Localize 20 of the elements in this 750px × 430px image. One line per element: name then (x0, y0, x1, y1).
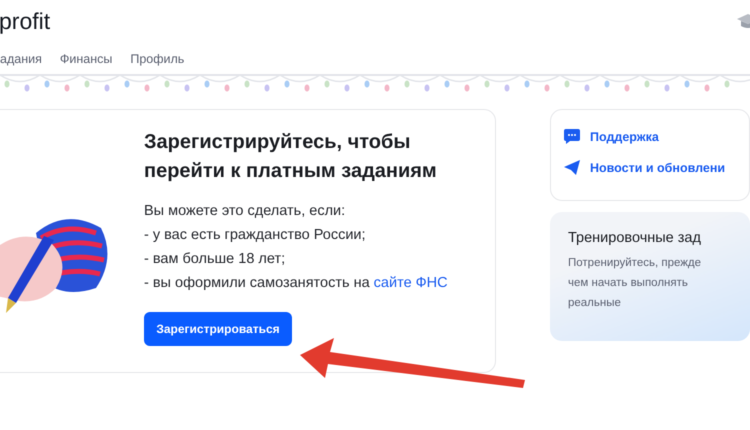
register-button[interactable]: Зарегистрироваться (144, 312, 292, 346)
side-link[interactable]: Новости и обновлени (590, 160, 726, 174)
training-card[interactable]: Тренировочные зад Потренируйтесь, прежде чем начать выполнять реальные (550, 212, 750, 341)
chat-icon (563, 128, 581, 145)
nav-link[interactable]: Финансы (60, 52, 112, 66)
nav-link[interactable]: адания (0, 52, 42, 66)
fns-link[interactable]: сайте ФНС (374, 275, 448, 291)
side-link[interactable]: Поддержка (590, 130, 659, 144)
paper-plane-icon (563, 159, 581, 176)
condition-text: - у вас есть гражданство России; (144, 226, 367, 245)
intro-text: Вы можете это сделать, если: (144, 202, 346, 221)
nav-link[interactable]: Профиль (130, 52, 184, 66)
logo-text[interactable]: profit (0, 8, 50, 34)
condition-text: - вам больше 18 лет; (144, 250, 286, 269)
card-heading: Зарегистрируйтесь, чтобы перейти к платным заданиям (144, 130, 438, 184)
training-text: Потренируйтесь, прежде (568, 256, 702, 271)
training-text: чем начать выполнять (568, 276, 689, 291)
training-text: реальные (568, 296, 622, 311)
training-title: Тренировочные зад (568, 230, 702, 246)
condition-text: - вы оформили самозанятость на сайте ФНС (144, 274, 449, 293)
